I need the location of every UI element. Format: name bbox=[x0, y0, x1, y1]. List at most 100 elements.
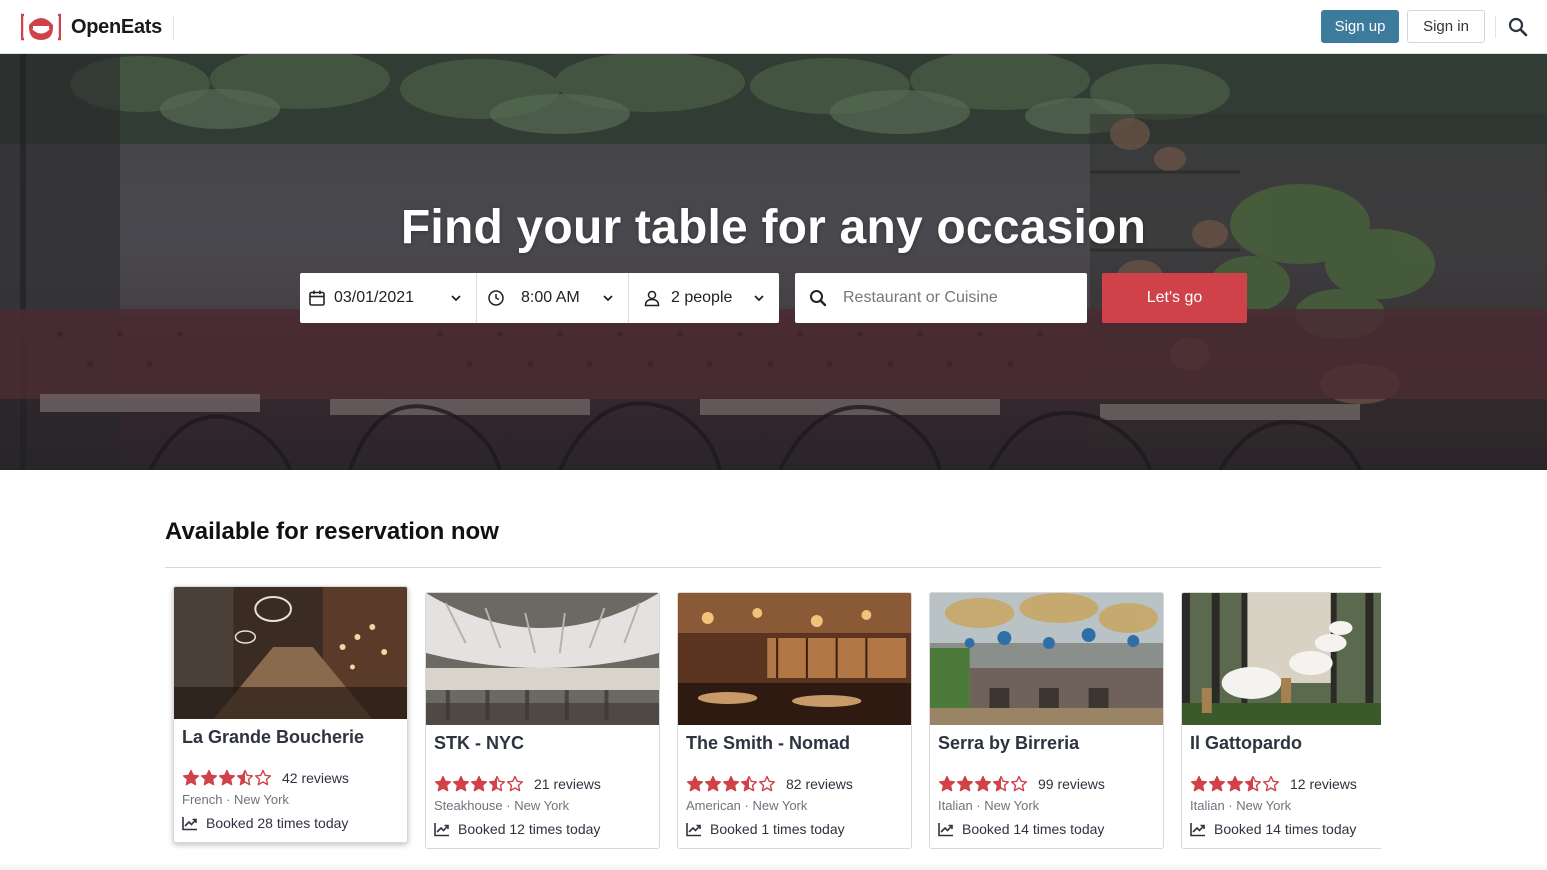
top-nav: OpenEats Sign up Sign in bbox=[0, 0, 1547, 54]
clock-icon bbox=[488, 290, 504, 306]
star-rating bbox=[434, 775, 524, 793]
restaurant-photo bbox=[426, 593, 659, 725]
star-filled-icon bbox=[938, 775, 956, 792]
trending-up-icon bbox=[686, 823, 701, 837]
star-half-icon bbox=[1244, 775, 1262, 792]
star-filled-icon bbox=[452, 775, 470, 792]
booked-text: Booked 28 times today bbox=[206, 815, 349, 831]
star-rating bbox=[1190, 775, 1280, 793]
star-empty-icon bbox=[506, 775, 524, 792]
cuisine-location: Italian · New York bbox=[1190, 798, 1292, 813]
trending-up-icon bbox=[1190, 823, 1205, 837]
restaurant-photo bbox=[930, 593, 1163, 725]
party-size-picker[interactable]: 2 people bbox=[629, 273, 779, 323]
trending-up-icon bbox=[938, 823, 953, 837]
booked-count: Booked 14 times today bbox=[1190, 821, 1356, 837]
brand-logo[interactable]: OpenEats bbox=[21, 13, 162, 41]
star-filled-icon bbox=[974, 775, 992, 792]
search-icon[interactable] bbox=[1508, 17, 1528, 37]
star-filled-icon bbox=[1226, 775, 1244, 792]
search-icon bbox=[810, 290, 827, 307]
restaurant-card[interactable]: La Grande Boucherie 42 reviews French · … bbox=[173, 586, 408, 843]
star-rating bbox=[938, 775, 1028, 793]
lets-go-button[interactable]: Let's go bbox=[1102, 273, 1247, 323]
restaurant-card[interactable]: STK - NYC 21 reviews Steakhouse · New Yo… bbox=[425, 592, 660, 849]
star-rating bbox=[686, 775, 776, 793]
booked-count: Booked 1 times today bbox=[686, 821, 845, 837]
cuisine-location: French · New York bbox=[182, 792, 289, 807]
chevron-down-icon bbox=[451, 295, 461, 302]
rating: 21 reviews bbox=[434, 775, 601, 793]
restaurant-carousel: La Grande Boucherie 42 reviews French · … bbox=[165, 580, 1381, 870]
star-filled-icon bbox=[722, 775, 740, 792]
star-half-icon bbox=[992, 775, 1010, 792]
star-half-icon bbox=[236, 769, 254, 786]
trending-up-icon bbox=[182, 817, 197, 831]
star-filled-icon bbox=[470, 775, 488, 792]
logo-icon bbox=[21, 13, 61, 41]
header-divider bbox=[173, 15, 174, 39]
booked-count: Booked 12 times today bbox=[434, 821, 600, 837]
header-divider bbox=[1495, 16, 1496, 38]
cuisine-location: Italian · New York bbox=[938, 798, 1040, 813]
rating: 82 reviews bbox=[686, 775, 853, 793]
booked-text: Booked 1 times today bbox=[710, 821, 845, 837]
restaurant-card[interactable]: Serra by Birreria 99 reviews Italian · N… bbox=[929, 592, 1164, 849]
hero-background-image bbox=[0, 54, 1547, 470]
star-filled-icon bbox=[704, 775, 722, 792]
calendar-icon bbox=[309, 290, 325, 306]
review-count: 12 reviews bbox=[1290, 776, 1357, 792]
star-filled-icon bbox=[200, 769, 218, 786]
chevron-down-icon bbox=[754, 295, 764, 302]
date-value: 03/01/2021 bbox=[334, 289, 415, 306]
review-count: 82 reviews bbox=[786, 776, 853, 792]
brand-name: OpenEats bbox=[71, 15, 162, 38]
star-half-icon bbox=[488, 775, 506, 792]
star-empty-icon bbox=[254, 769, 272, 786]
restaurant-card[interactable]: The Smith - Nomad 82 reviews American · … bbox=[677, 592, 912, 849]
restaurant-card[interactable]: Il Gattopardo 12 reviews Italian · New Y… bbox=[1181, 592, 1381, 849]
booked-text: Booked 12 times today bbox=[458, 821, 601, 837]
star-filled-icon bbox=[434, 775, 452, 792]
reservation-picker: 03/01/2021 8:00 AM 2 people bbox=[300, 273, 779, 323]
cuisine-location: American · New York bbox=[686, 798, 808, 813]
restaurant-name[interactable]: STK - NYC bbox=[434, 733, 524, 754]
restaurant-photo bbox=[174, 587, 407, 719]
rating: 12 reviews bbox=[1190, 775, 1357, 793]
party-size-value: 2 people bbox=[671, 289, 733, 306]
star-filled-icon bbox=[1208, 775, 1226, 792]
page-bottom-edge bbox=[0, 862, 1547, 870]
star-filled-icon bbox=[182, 769, 200, 786]
rating: 99 reviews bbox=[938, 775, 1105, 793]
restaurant-name[interactable]: The Smith - Nomad bbox=[686, 733, 850, 754]
restaurant-name[interactable]: Serra by Birreria bbox=[938, 733, 1079, 754]
time-value: 8:00 AM bbox=[521, 289, 580, 306]
restaurant-photo bbox=[678, 593, 911, 725]
hero-banner: Find your table for any occasion 03/01/2… bbox=[0, 54, 1547, 470]
date-picker[interactable]: 03/01/2021 bbox=[300, 273, 477, 323]
restaurant-name[interactable]: Il Gattopardo bbox=[1190, 733, 1302, 754]
star-empty-icon bbox=[1010, 775, 1028, 792]
review-count: 21 reviews bbox=[534, 776, 601, 792]
person-icon bbox=[644, 290, 660, 307]
star-filled-icon bbox=[218, 769, 236, 786]
star-filled-icon bbox=[1190, 775, 1208, 792]
review-count: 42 reviews bbox=[282, 770, 349, 786]
star-filled-icon bbox=[686, 775, 704, 792]
section-title: Available for reservation now bbox=[165, 518, 499, 545]
restaurant-photo bbox=[1182, 593, 1381, 725]
time-picker[interactable]: 8:00 AM bbox=[477, 273, 629, 323]
booked-text: Booked 14 times today bbox=[962, 821, 1105, 837]
section-divider bbox=[165, 567, 1381, 568]
restaurant-name[interactable]: La Grande Boucherie bbox=[182, 727, 364, 748]
sign-in-button[interactable]: Sign in bbox=[1407, 10, 1485, 43]
restaurant-search-input[interactable] bbox=[843, 289, 1073, 307]
sign-up-button[interactable]: Sign up bbox=[1321, 10, 1399, 43]
trending-up-icon bbox=[434, 823, 449, 837]
cuisine-location: Steakhouse · New York bbox=[434, 798, 570, 813]
star-rating bbox=[182, 769, 272, 787]
rating: 42 reviews bbox=[182, 769, 349, 787]
star-filled-icon bbox=[956, 775, 974, 792]
star-empty-icon bbox=[758, 775, 776, 792]
review-count: 99 reviews bbox=[1038, 776, 1105, 792]
